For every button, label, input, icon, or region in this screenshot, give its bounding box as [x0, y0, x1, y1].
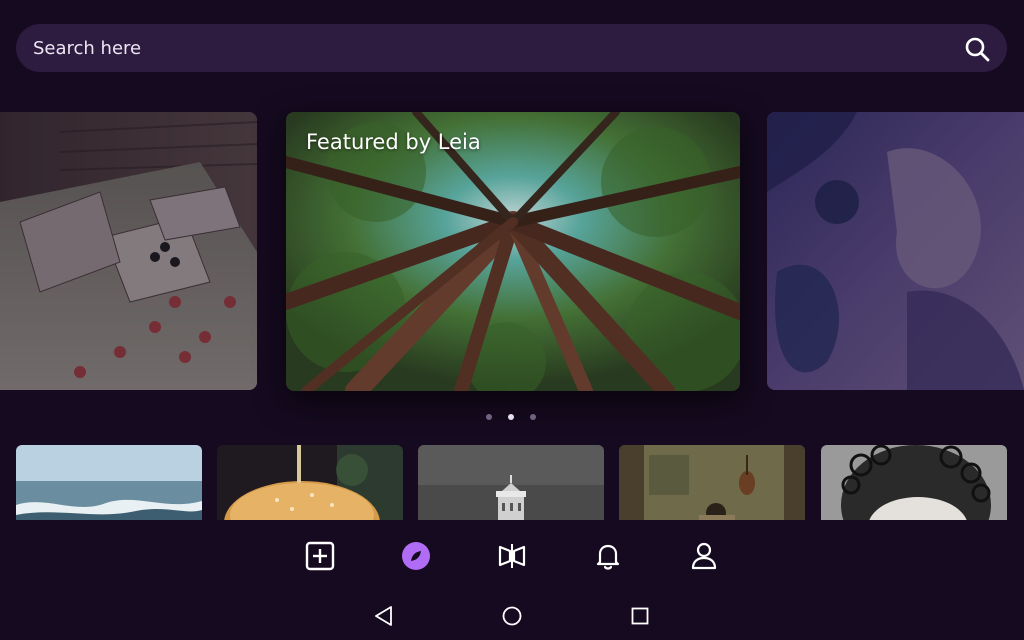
inactive-overlay	[767, 112, 1024, 390]
bottom-navigation	[0, 520, 1024, 592]
explore-compass-icon[interactable]	[400, 540, 432, 572]
carousel-slide-next[interactable]	[767, 112, 1024, 390]
page-dot[interactable]	[530, 414, 536, 420]
profile-icon[interactable]	[688, 540, 720, 572]
carousel-slide-featured[interactable]: Featured by Leia	[286, 112, 740, 391]
gallery-screen: Search here Featured by Leia	[0, 0, 1024, 640]
ocean-wave-thumbnail[interactable]	[16, 445, 202, 520]
lightfield-view-icon[interactable]	[496, 540, 528, 572]
search-bar[interactable]: Search here	[16, 24, 1007, 72]
inactive-overlay	[0, 112, 257, 390]
lighthouse-thumbnail[interactable]	[418, 445, 604, 520]
recents-icon[interactable]	[628, 604, 652, 628]
painting-interior-thumbnail[interactable]	[619, 445, 805, 520]
page-dot[interactable]	[486, 414, 492, 420]
carousel-pagination	[486, 414, 536, 420]
page-dot-active[interactable]	[508, 414, 514, 420]
back-icon[interactable]	[372, 604, 396, 628]
burger-thumbnail[interactable]	[217, 445, 403, 520]
search-input[interactable]: Search here	[33, 38, 141, 59]
search-icon[interactable]	[963, 35, 991, 63]
system-navigation-bar	[0, 592, 1024, 640]
home-icon[interactable]	[500, 604, 524, 628]
carousel-slide-previous[interactable]	[0, 112, 257, 390]
curly-hair-portrait-thumbnail[interactable]	[821, 445, 1007, 520]
bell-icon[interactable]	[592, 540, 624, 572]
featured-title: Featured by Leia	[306, 130, 481, 154]
add-square-icon[interactable]	[304, 540, 336, 572]
